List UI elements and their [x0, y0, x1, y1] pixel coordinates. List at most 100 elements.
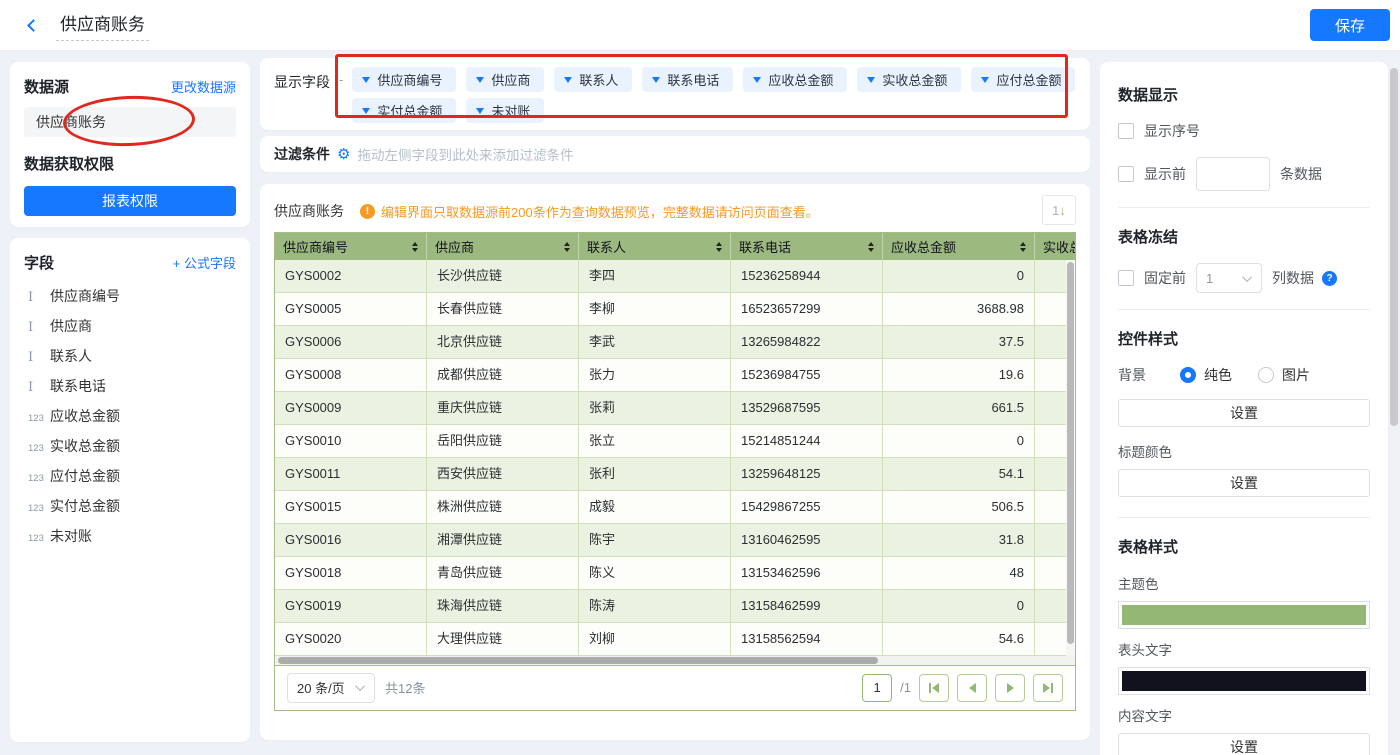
first-page-button[interactable]: [919, 673, 949, 702]
image-radio[interactable]: [1258, 367, 1274, 383]
table-horizontal-scrollbar[interactable]: [275, 656, 1075, 665]
next-page-button[interactable]: [995, 673, 1025, 702]
cell-supplier-code: GYS0020: [275, 623, 427, 655]
topbar: 供应商账务 保存: [0, 0, 1400, 50]
show-top-checkbox[interactable]: [1118, 166, 1134, 182]
sort-arrows-icon[interactable]: [1014, 241, 1026, 252]
sort-arrows-icon[interactable]: [710, 241, 722, 252]
datasource-heading: 数据源: [24, 79, 70, 96]
solid-color-label: 纯色: [1204, 367, 1232, 383]
chip-label: 联系人: [579, 73, 619, 88]
solid-color-radio[interactable]: [1180, 367, 1196, 383]
sort-arrows-icon[interactable]: [406, 241, 418, 252]
cell-contact: 李武: [579, 326, 731, 358]
panel-scrollbar-thumb[interactable]: [1390, 68, 1398, 426]
column-header[interactable]: 联系人: [579, 233, 731, 260]
table-row: GYS0011 西安供应链 张利 13259648125 54.1: [275, 458, 1075, 491]
selected-datasource[interactable]: 供应商账务: [24, 107, 236, 137]
display-field-chip[interactable]: 供应商编号: [352, 67, 457, 92]
total-count-label: 共12条: [385, 681, 426, 696]
freeze-heading: 表格冻结: [1118, 229, 1179, 246]
freeze-columns-select[interactable]: 1: [1196, 263, 1262, 293]
column-header[interactable]: 实收总金额: [1035, 233, 1075, 260]
cell-phone: 13153462596: [731, 557, 883, 589]
column-label: 供应商编号: [283, 240, 349, 255]
field-type-icon: [24, 378, 50, 395]
prev-page-button[interactable]: [957, 673, 987, 702]
field-label: 应付总金额: [50, 468, 120, 484]
content-text-set-button[interactable]: 设置: [1118, 733, 1370, 755]
column-header[interactable]: 供应商编号: [275, 233, 427, 260]
show-top-count-input[interactable]: [1196, 157, 1270, 191]
column-header[interactable]: 联系电话: [731, 233, 883, 260]
save-button[interactable]: 保存: [1310, 9, 1390, 41]
display-field-chip[interactable]: 实收总金额: [857, 67, 962, 92]
display-field-chip[interactable]: 供应商: [466, 67, 545, 92]
field-item[interactable]: 未对账: [24, 521, 236, 551]
cell-supplier: 重庆供应链: [427, 392, 579, 424]
column-label: 供应商: [435, 240, 475, 255]
display-field-chip[interactable]: 应收总金额: [743, 67, 848, 92]
cell-supplier-code: GYS0019: [275, 590, 427, 622]
display-field-chip[interactable]: 联系人: [554, 67, 633, 92]
field-label: 实付总金额: [50, 498, 120, 514]
display-fields-dash: -: [339, 72, 344, 87]
cell-supplier-code: GYS0006: [275, 326, 427, 358]
cell-contact: 张莉: [579, 392, 731, 424]
freeze-columns-checkbox[interactable]: [1118, 270, 1134, 286]
gear-icon[interactable]: [337, 145, 350, 163]
table-vertical-scrollbar-thumb[interactable]: [1067, 262, 1074, 644]
numeric-sort-button[interactable]: [1042, 195, 1076, 225]
title-color-set-button[interactable]: 设置: [1118, 469, 1370, 497]
field-item[interactable]: 联系电话: [24, 371, 236, 401]
header-text-color-swatch[interactable]: [1118, 667, 1370, 695]
column-label: 应收总金额: [891, 240, 957, 255]
page-title[interactable]: 供应商账务: [56, 10, 149, 41]
filter-bar[interactable]: 过滤条件 拖动左侧字段到此处来添加过滤条件: [260, 136, 1090, 172]
cell-supplier-code: GYS0016: [275, 524, 427, 556]
field-item[interactable]: 实收总金额: [24, 431, 236, 461]
freeze-suffix: 列数据: [1272, 270, 1314, 286]
back-button[interactable]: [20, 12, 46, 38]
cell-phone: 16523657299: [731, 293, 883, 325]
display-field-chip[interactable]: 实付总金额: [352, 98, 457, 123]
panel-scrollbar[interactable]: [1390, 62, 1398, 752]
show-index-checkbox[interactable]: [1118, 123, 1134, 139]
change-datasource-link[interactable]: 更改数据源: [171, 77, 236, 96]
display-field-chip[interactable]: 未对账: [466, 98, 545, 123]
report-permission-button[interactable]: 报表权限: [24, 186, 236, 216]
cell-receivable-total: 0: [883, 590, 1035, 622]
column-header[interactable]: 供应商: [427, 233, 579, 260]
display-field-chip[interactable]: 联系电话: [642, 67, 734, 92]
last-page-button[interactable]: [1033, 673, 1063, 702]
field-list: 供应商编号 供应商 联系人 联系电话 应收总金额: [24, 281, 236, 551]
fields-panel: 字段 + 公式字段 供应商编号 供应商 联系人 联系电话: [10, 238, 250, 742]
field-item[interactable]: 应付总金额: [24, 461, 236, 491]
question-circle-icon[interactable]: ?: [1322, 270, 1337, 286]
cell-phone: 13529687595: [731, 392, 883, 424]
page-number-input[interactable]: 1: [862, 673, 893, 702]
field-item[interactable]: 供应商编号: [24, 281, 236, 311]
theme-color-swatch[interactable]: [1118, 601, 1370, 629]
table-horizontal-scrollbar-thumb[interactable]: [278, 657, 878, 664]
add-formula-field-link[interactable]: + 公式字段: [173, 253, 236, 272]
table-row: GYS0009 重庆供应链 张莉 13529687595 661.5: [275, 392, 1075, 425]
cell-phone: 15214851244: [731, 425, 883, 457]
display-field-chip[interactable]: 应付总金额: [971, 67, 1076, 92]
column-header[interactable]: 应收总金额: [883, 233, 1035, 260]
field-item[interactable]: 实付总金额: [24, 491, 236, 521]
background-set-button[interactable]: 设置: [1118, 399, 1370, 427]
field-item[interactable]: 供应商: [24, 311, 236, 341]
field-item[interactable]: 应收总金额: [24, 401, 236, 431]
field-label: 联系电话: [50, 378, 106, 394]
cell-phone: 15429867255: [731, 491, 883, 523]
cell-supplier-code: GYS0008: [275, 359, 427, 391]
table-vertical-scrollbar[interactable]: [1066, 260, 1075, 656]
cell-supplier: 北京供应链: [427, 326, 579, 358]
sort-arrows-icon[interactable]: [558, 241, 570, 252]
cell-supplier-code: GYS0015: [275, 491, 427, 523]
field-item[interactable]: 联系人: [24, 341, 236, 371]
page-size-select[interactable]: 20 条/页: [287, 672, 375, 703]
sort-arrows-icon[interactable]: [862, 241, 874, 252]
field-type-icon: [24, 408, 50, 424]
